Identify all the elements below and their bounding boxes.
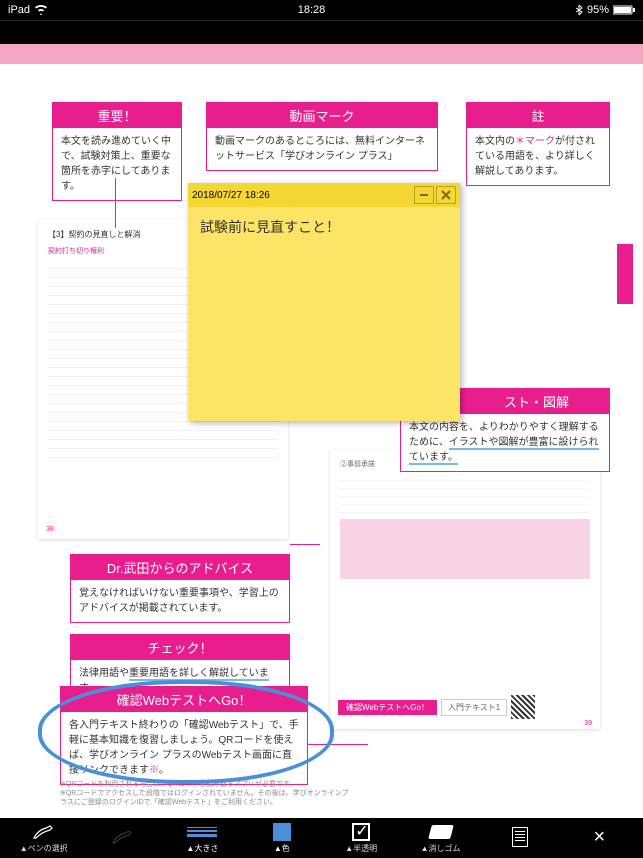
- checkbox-icon: [352, 823, 370, 841]
- app-title-bar: [0, 20, 643, 44]
- tool-label: ▲色: [274, 843, 290, 854]
- tool-label: ▲消しゴム: [421, 843, 461, 854]
- document-page-right: ②事前承諾 確認WebテストへGo！ 入門テキスト1 39: [330, 449, 600, 729]
- opacity-tool[interactable]: ▲半透明: [322, 823, 401, 854]
- page-tool[interactable]: [480, 828, 559, 848]
- pen-icon: [111, 829, 135, 845]
- callout-title: Dr.武田からのアドバイス: [71, 555, 289, 580]
- status-time: 18:28: [298, 4, 326, 16]
- tool-label: ▲半透明: [345, 843, 377, 854]
- eraser-icon: [428, 825, 454, 839]
- battery-percent: 95%: [587, 4, 609, 16]
- page-side-tab: [617, 244, 633, 304]
- callout-body: 本文内の＊マークが付されている用語を、より詳しく解説してあります。: [467, 128, 609, 185]
- callout-body: 本文を読み進めていく中で、試験対策上、重要な箇所を赤字にしてあります。: [53, 128, 181, 200]
- connector-line: [308, 744, 368, 745]
- sticky-note-header[interactable]: 2018/07/27 18:26: [188, 183, 460, 207]
- sticky-note[interactable]: 2018/07/27 18:26 試験前に見直すこと！: [188, 183, 460, 421]
- annotation-toolbar: ▲ペンの選択 ▲大きさ ▲色 ▲半透明 ▲消しゴム ×: [0, 818, 643, 858]
- callout-important: 重要！ 本文を読み進めていく中で、試験対策上、重要な箇所を赤字にしてあります。: [52, 102, 182, 201]
- pen-disabled-tool: [83, 828, 162, 848]
- bluetooth-icon: [575, 5, 583, 15]
- callout-body: 各入門テキスト終わりの「確認Webテスト」で、手軽に基本知識を復習しましょう。Q…: [61, 712, 307, 784]
- callout-body: 本文の内容を、よりわかりやすく理解するために、イラストや図解が豊富に設けられてい…: [401, 414, 609, 471]
- document-header: [0, 44, 643, 64]
- close-icon: [440, 189, 452, 201]
- callout-note: 註 本文内の＊マークが付されている用語を、より詳しく解説してあります。: [466, 102, 610, 186]
- tool-label: ▲大きさ: [186, 843, 218, 854]
- goto-target: 入門テキスト1: [441, 699, 507, 716]
- page-icon: [512, 827, 528, 847]
- callout-title: 註: [467, 103, 609, 128]
- webtest-footnote: ※QRコードを利用される場合は、QRコードを読み取るアプリが必要です。 ※QRコ…: [60, 780, 350, 807]
- eraser-tool[interactable]: ▲消しゴム: [401, 823, 480, 854]
- pen-icon: [32, 824, 56, 840]
- color-swatch-icon: [273, 823, 291, 841]
- callout-title: 動画マーク: [207, 103, 437, 128]
- carrier-label: iPad: [8, 4, 30, 16]
- close-tool[interactable]: ×: [560, 828, 639, 848]
- battery-icon: [613, 5, 635, 15]
- sticky-timestamp: 2018/07/27 18:26: [192, 190, 270, 201]
- callout-title: チェック！: [71, 635, 289, 660]
- document-viewport[interactable]: 【3】契約の見直しと解消 契約打ち切り権利 38 ②事前承諾 確認Webテストへ…: [0, 64, 643, 818]
- callout-title: 確認WebテストへGo！: [61, 687, 307, 712]
- line-thickness-icon: [187, 827, 217, 837]
- close-icon: ×: [593, 826, 605, 849]
- callout-body: 覚えなければいけない重要事項や、学習上のアドバイスが掲載されています。: [71, 580, 289, 622]
- sticky-note-text[interactable]: 試験前に見直すこと！: [188, 207, 460, 247]
- minimize-button[interactable]: [414, 186, 434, 204]
- wifi-icon: [34, 5, 48, 15]
- callout-webtest: 確認WebテストへGo！ 各入門テキスト終わりの「確認Webテスト」で、手軽に基…: [60, 686, 308, 785]
- color-tool[interactable]: ▲色: [242, 823, 321, 854]
- tool-label: ▲ペンの選択: [20, 843, 68, 854]
- connector-line: [115, 178, 116, 228]
- callout-advice: Dr.武田からのアドバイス 覚えなければいけない重要事項や、学習上のアドバイスが…: [70, 554, 290, 623]
- callout-title: 重要！: [53, 103, 181, 128]
- minimize-icon: [418, 189, 430, 201]
- close-button[interactable]: [436, 186, 456, 204]
- callout-body: 動画マークのあるところには、無料インターネットサービス「学びオンライン プラス」: [207, 128, 437, 170]
- pen-select-tool[interactable]: ▲ペンの選択: [4, 823, 83, 854]
- goto-webtest-label: 確認WebテストへGo！: [338, 700, 437, 715]
- callout-video: 動画マーク 動画マークのあるところには、無料インターネットサービス「学びオンライ…: [206, 102, 438, 171]
- status-bar: iPad 18:28 95%: [0, 0, 643, 20]
- qr-code: [511, 695, 535, 719]
- connector-line: [290, 544, 320, 545]
- size-tool[interactable]: ▲大きさ: [163, 823, 242, 854]
